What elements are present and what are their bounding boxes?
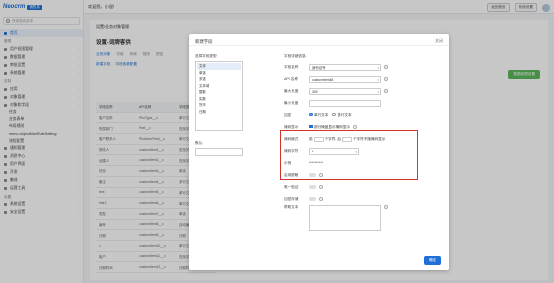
encrypt-option-2-label: 多行文本 <box>337 112 352 117</box>
api-row: API 名称 customItem48 ▾ <box>284 73 444 85</box>
confirm-button[interactable]: 确定 <box>423 256 441 265</box>
default-label: 默认: <box>195 141 204 145</box>
encrypt-option-2[interactable]: 多行文本 <box>332 112 352 118</box>
mask-option-label: 部分掩盖显示掩码显示 <box>314 124 350 129</box>
field-type-option[interactable]: 日期 <box>197 109 241 116</box>
help-icon[interactable] <box>384 65 388 69</box>
encrypt-option-1[interactable]: 单行文本 <box>309 113 328 118</box>
help-icon[interactable] <box>319 197 323 201</box>
minlen-label: 最小长度 <box>284 100 299 105</box>
mask-settings-highlight <box>280 130 418 180</box>
chevron-down-icon: ▾ <box>377 65 379 70</box>
chevron-down-icon: ▾ <box>377 89 379 94</box>
field-type-column: 选择字段类型: 文本 单选 多选 文本域 整数 实数 货币 日期 默认: <box>195 54 243 156</box>
help-icon[interactable] <box>384 77 388 81</box>
maxlen-row: 最大长度 300 ▾ <box>284 85 444 97</box>
field-type-list[interactable]: 文本 单选 多选 文本域 整数 实数 货币 日期 <box>195 61 243 131</box>
api-label: API 名称 <box>284 76 298 81</box>
default-input[interactable] <box>195 148 243 156</box>
chevron-down-icon: ▾ <box>377 77 379 82</box>
unique-toggle[interactable] <box>309 185 316 189</box>
minlen-row: 最小长度 <box>284 97 444 109</box>
checkbox-icon <box>309 124 313 129</box>
api-input-value: customItem48 <box>312 77 334 82</box>
mask-option[interactable]: 部分掩盖显示掩码显示 <box>309 125 350 130</box>
radio-icon <box>309 112 313 117</box>
hidden-toggle[interactable] <box>309 197 316 201</box>
name-input-value: 身份证号 <box>312 65 326 70</box>
help-label: 帮助文本 <box>284 205 299 209</box>
new-field-modal: 新建字段 关闭 选择字段类型: 文本 单选 多选 文本域 整数 实数 货币 日期 默认: 字段… <box>189 34 449 270</box>
radio-icon <box>332 112 336 117</box>
help-icon[interactable] <box>384 89 388 93</box>
api-input[interactable]: customItem48 ▾ <box>309 75 381 83</box>
maxlen-label: 最大长度 <box>284 88 299 93</box>
unique-label: 唯一验证 <box>284 184 299 189</box>
close-button[interactable]: 关闭 <box>435 38 443 44</box>
mask-label: 掩码显示 <box>284 124 299 129</box>
minlen-input[interactable] <box>309 99 381 107</box>
help-icon[interactable] <box>384 205 388 209</box>
details-header: 字段详细信息: <box>284 54 307 58</box>
help-icon[interactable] <box>352 125 357 129</box>
maxlen-input-value: 300 <box>312 89 318 94</box>
name-row: 字段名称 身份证号 ▾ <box>284 61 444 73</box>
help-textarea[interactable] <box>309 205 381 231</box>
app-root: Neocrm 销售易 快速搜索菜单 首页 管理 用户权限管理 › 数据管理 › 审批设置 › 系… <box>0 0 554 283</box>
type-label: 选择字段类型: <box>195 54 218 58</box>
encrypt-label: 加密 <box>284 112 292 117</box>
hidden-row: 加密存储 <box>284 193 444 205</box>
name-input[interactable]: 身份证号 ▾ <box>309 63 381 71</box>
modal-title: 新建字段 <box>189 34 449 46</box>
encrypt-row: 加密 单行文本 多行文本 <box>284 109 444 121</box>
encrypt-option-1-label: 单行文本 <box>314 112 329 117</box>
maxlen-input[interactable]: 300 ▾ <box>309 87 381 95</box>
help-icon[interactable] <box>319 185 323 189</box>
help-row: 帮助文本 <box>284 205 444 237</box>
unique-row: 唯一验证 <box>284 181 444 193</box>
hidden-label: 加密存储 <box>284 196 299 201</box>
name-label: 字段名称 <box>284 64 299 69</box>
